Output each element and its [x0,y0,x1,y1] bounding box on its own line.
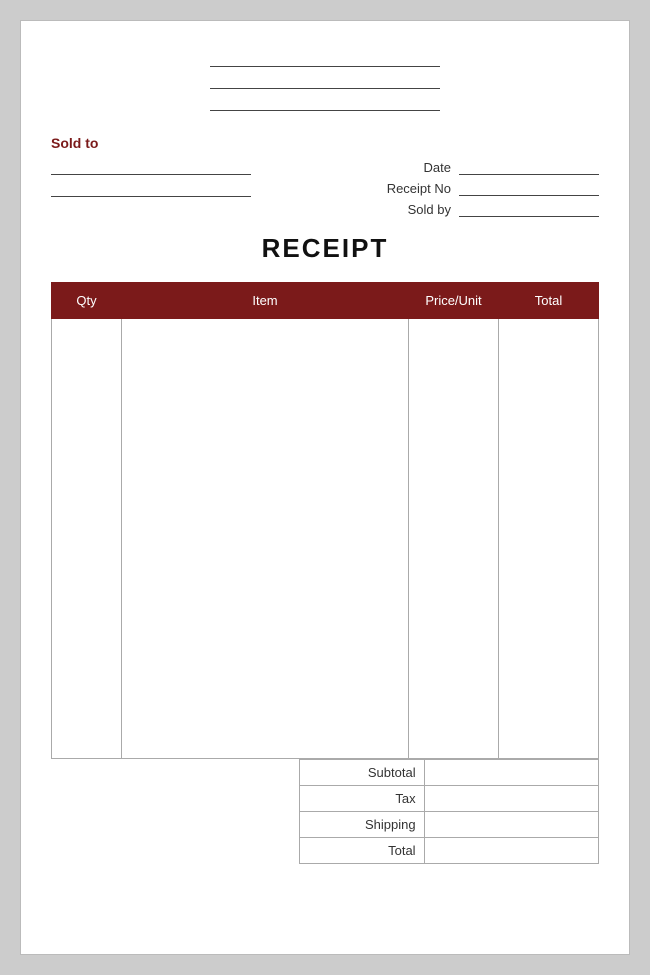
sold-by-label: Sold by [408,202,451,217]
cell-price[interactable] [409,319,499,759]
col-header-item: Item [122,283,409,319]
cell-qty[interactable] [52,319,122,759]
tax-row: Tax [300,786,599,812]
subtotal-label: Subtotal [300,760,425,786]
col-header-total: Total [499,283,599,319]
subtotal-value[interactable] [424,760,598,786]
address-block [51,51,599,117]
sold-to-fields [51,159,251,197]
sold-to-field-2[interactable] [51,181,251,197]
receipt-page: Sold to Date Receipt No Sold by RECEIPT [20,20,630,955]
subtotal-row: Subtotal [300,760,599,786]
sold-to-label: Sold to [51,135,599,151]
sold-to-field-1[interactable] [51,159,251,175]
col-header-qty: Qty [52,283,122,319]
table-data-row [52,319,599,759]
sold-by-input[interactable] [459,201,599,217]
address-line-1 [210,51,440,67]
date-label: Date [424,160,451,175]
date-input[interactable] [459,159,599,175]
cell-total[interactable] [499,319,599,759]
sold-by-row: Sold by [408,201,599,217]
tax-label: Tax [300,786,425,812]
receipt-no-row: Receipt No [387,180,599,196]
table-header-row: Qty Item Price/Unit Total [52,283,599,319]
address-line-2 [210,73,440,89]
cell-item[interactable] [122,319,409,759]
bottom-space [51,884,599,924]
receipt-no-label: Receipt No [387,181,451,196]
date-fields: Date Receipt No Sold by [387,159,599,217]
shipping-row: Shipping [300,812,599,838]
date-row: Date [424,159,599,175]
address-line-3 [210,95,440,111]
col-header-price: Price/Unit [409,283,499,319]
info-row: Date Receipt No Sold by [51,159,599,217]
summary-section: Subtotal Tax Shipping Total [51,759,599,864]
receipt-title: RECEIPT [51,233,599,264]
shipping-value[interactable] [424,812,598,838]
summary-table: Subtotal Tax Shipping Total [299,759,599,864]
receipt-table: Qty Item Price/Unit Total [51,282,599,759]
shipping-label: Shipping [300,812,425,838]
receipt-no-input[interactable] [459,180,599,196]
tax-value[interactable] [424,786,598,812]
